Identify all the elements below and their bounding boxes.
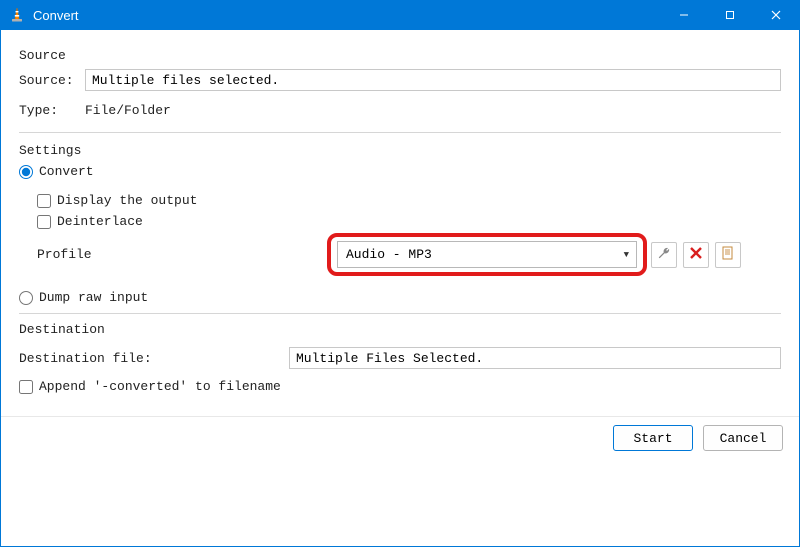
type-row: Type: File/Folder: [19, 103, 781, 118]
type-value: File/Folder: [85, 103, 171, 118]
new-profile-button[interactable]: [715, 242, 741, 268]
source-row: Source:: [19, 69, 781, 91]
type-label: Type:: [19, 103, 85, 118]
edit-profile-button[interactable]: [651, 242, 677, 268]
delete-profile-button[interactable]: [683, 242, 709, 268]
window-title: Convert: [33, 8, 661, 23]
display-output-label[interactable]: Display the output: [57, 193, 197, 208]
deinterlace-row: Deinterlace: [37, 214, 781, 229]
profile-dropdown[interactable]: Audio - MP3: [337, 241, 637, 268]
convert-radio-label[interactable]: Convert: [39, 164, 94, 179]
dialog-content: Source Source: Type: File/Folder Setting…: [1, 30, 799, 408]
close-button[interactable]: [753, 0, 799, 30]
source-input[interactable]: [85, 69, 781, 91]
display-output-row: Display the output: [37, 193, 781, 208]
profile-label: Profile: [37, 247, 337, 262]
destination-file-label: Destination file:: [19, 351, 289, 366]
deinterlace-label[interactable]: Deinterlace: [57, 214, 143, 229]
start-button[interactable]: Start: [613, 425, 693, 451]
profile-row: Profile Audio - MP3 ▼: [37, 241, 781, 268]
delete-icon: [690, 247, 702, 262]
vlc-icon: [9, 7, 25, 23]
maximize-button[interactable]: [707, 0, 753, 30]
settings-section-label: Settings: [19, 143, 781, 158]
destination-section-label: Destination: [19, 322, 781, 337]
cancel-button[interactable]: Cancel: [703, 425, 783, 451]
convert-radio-row: Convert: [19, 164, 781, 179]
dump-raw-label[interactable]: Dump raw input: [39, 290, 148, 305]
new-profile-icon: [721, 246, 735, 263]
destination-file-row: Destination file:: [19, 347, 781, 369]
convert-radio[interactable]: [19, 165, 33, 179]
window-controls: [661, 0, 799, 30]
divider: [19, 313, 781, 314]
profile-dropdown-wrap: Audio - MP3 ▼: [337, 241, 637, 268]
dump-raw-row: Dump raw input: [19, 290, 781, 305]
minimize-button[interactable]: [661, 0, 707, 30]
divider: [19, 132, 781, 133]
display-output-checkbox[interactable]: [37, 194, 51, 208]
append-converted-checkbox[interactable]: [19, 380, 33, 394]
source-label: Source:: [19, 73, 85, 88]
append-converted-label[interactable]: Append '-converted' to filename: [39, 379, 281, 394]
dialog-footer: Start Cancel: [1, 416, 799, 459]
wrench-icon: [657, 246, 671, 263]
append-converted-row: Append '-converted' to filename: [19, 379, 781, 394]
source-section-label: Source: [19, 48, 781, 63]
titlebar: Convert: [1, 0, 799, 30]
deinterlace-checkbox[interactable]: [37, 215, 51, 229]
destination-file-input[interactable]: [289, 347, 781, 369]
dump-raw-radio[interactable]: [19, 291, 33, 305]
